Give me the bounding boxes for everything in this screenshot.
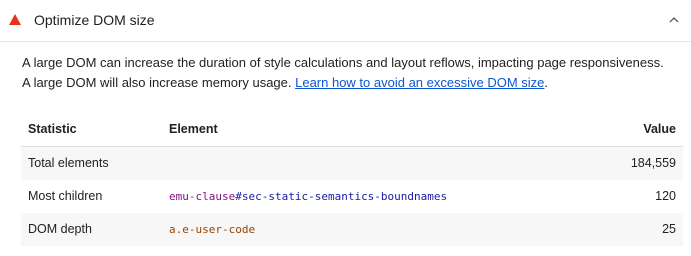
- chevron-up-icon[interactable]: [667, 13, 681, 27]
- statistic-cell: DOM depth: [28, 222, 92, 236]
- details-table: Statistic Element Value Total elements 1…: [21, 111, 683, 246]
- audit-header[interactable]: Optimize DOM size: [0, 0, 691, 42]
- value-cell: 120: [655, 189, 676, 203]
- value-cell: 184,559: [630, 156, 676, 170]
- table-header-row: Statistic Element Value: [21, 111, 683, 147]
- element-cell[interactable]: a.e-user-code: [169, 213, 255, 246]
- statistic-cell: Most children: [28, 189, 103, 203]
- element-cell[interactable]: emu-clause#sec-static-semantics-boundnam…: [169, 180, 447, 213]
- table-row: Total elements 184,559: [21, 147, 683, 180]
- element-selector: .e-user-code: [175, 223, 256, 236]
- warning-triangle-icon: [9, 14, 21, 25]
- column-header-statistic: Statistic: [28, 122, 77, 136]
- element-tag-name: emu-clause: [169, 190, 236, 203]
- element-selector: #sec-static-semantics-boundnames: [235, 190, 448, 203]
- value-cell: 25: [662, 222, 676, 236]
- element-tag-name: a: [169, 223, 176, 236]
- audit-description: A large DOM can increase the duration of…: [22, 53, 672, 93]
- audit-title: Optimize DOM size: [34, 12, 155, 28]
- table-row: DOM depth a.e-user-code 25: [21, 213, 683, 246]
- description-suffix: .: [544, 75, 549, 90]
- table-row: Most children emu-clause#sec-static-sema…: [21, 180, 683, 213]
- statistic-cell: Total elements: [28, 156, 109, 170]
- column-header-element: Element: [169, 122, 218, 136]
- column-header-value: Value: [643, 122, 676, 136]
- learn-more-link[interactable]: Learn how to avoid an excessive DOM size: [295, 75, 544, 90]
